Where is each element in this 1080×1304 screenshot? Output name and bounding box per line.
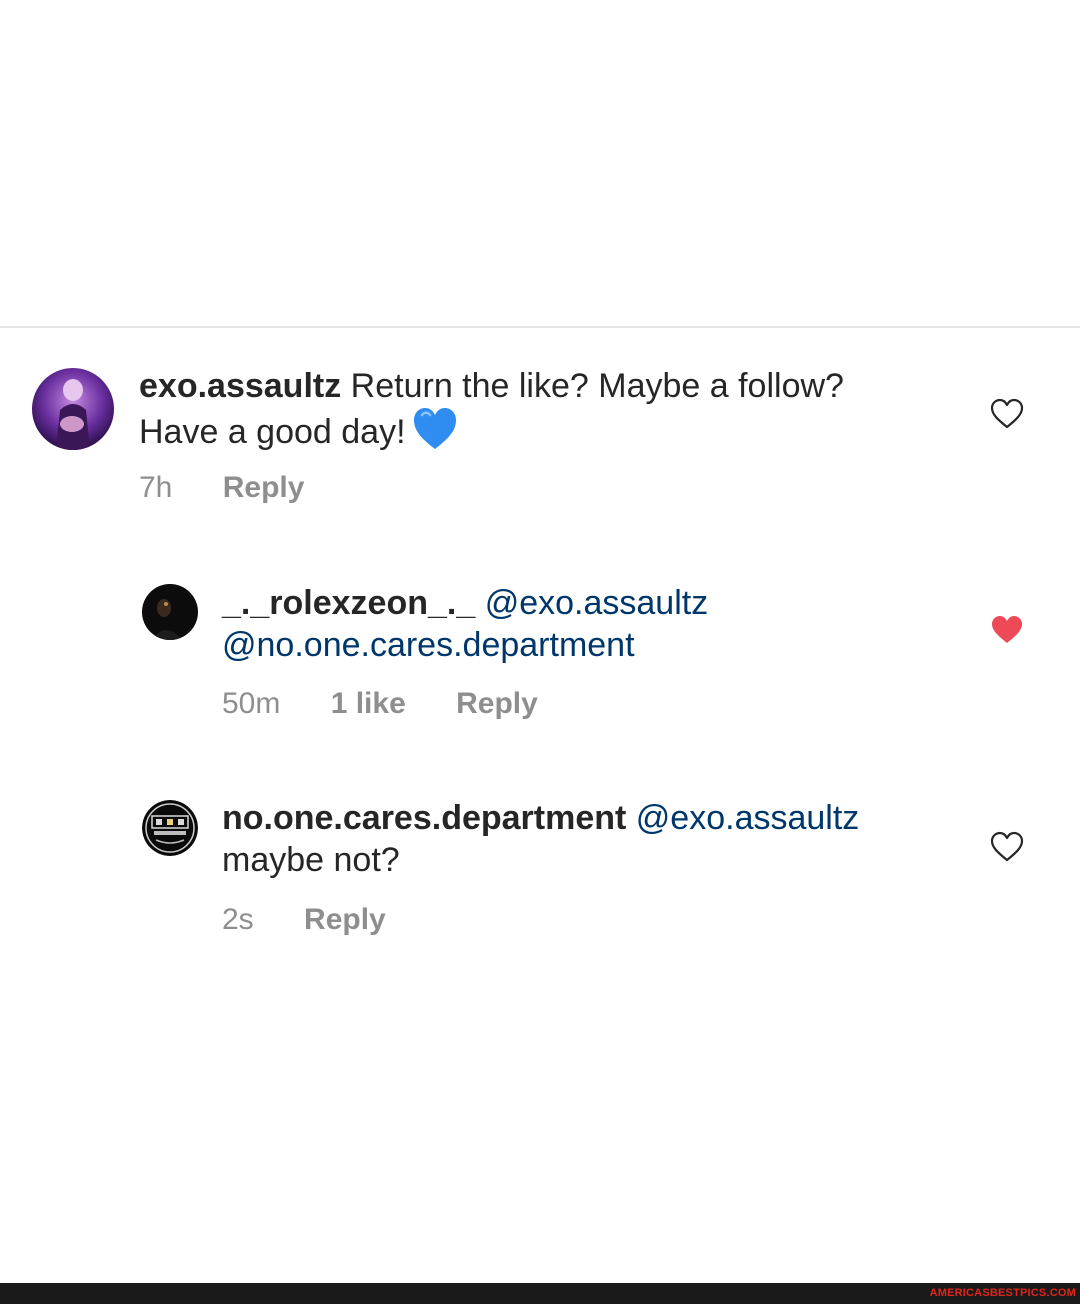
timestamp: 2s: [222, 903, 254, 936]
avatar[interactable]: [142, 800, 198, 856]
username[interactable]: exo.assaultz: [139, 367, 341, 405]
comment-meta: 2s Reply: [222, 902, 386, 938]
comment-meta: 50m 1 like Reply: [222, 686, 538, 722]
reply-button[interactable]: Reply: [223, 470, 305, 506]
liked-heart-icon[interactable]: [990, 614, 1024, 646]
username[interactable]: no.one.cares.department: [222, 799, 626, 837]
top-divider: [0, 326, 1080, 328]
comment-text: _._rolexzeon_._ @exo.assaultz @no.one.ca…: [222, 582, 962, 666]
comment-body: Have a good day!: [139, 413, 406, 451]
avatar[interactable]: [142, 584, 198, 640]
comment-meta: 7h Reply: [139, 470, 304, 506]
mention-link[interactable]: @exo.assaultz: [485, 584, 709, 622]
like-heart-icon[interactable]: [990, 831, 1024, 863]
blue-heart-icon: [412, 407, 458, 451]
mention-link[interactable]: @no.one.cares.department: [222, 626, 635, 664]
reply-button[interactable]: Reply: [304, 902, 386, 938]
likes-count-link[interactable]: 1 like: [331, 686, 406, 722]
watermark-bar: AMERICASBESTPICS.COM: [0, 1283, 1080, 1304]
comment-text: no.one.cares.department @exo.assaultz ma…: [222, 797, 962, 881]
like-heart-icon[interactable]: [990, 398, 1024, 430]
username[interactable]: _._rolexzeon_._: [222, 584, 475, 622]
timestamp: 7h: [139, 471, 173, 504]
mention-link[interactable]: @exo.assaultz: [636, 799, 860, 837]
watermark-text: AMERICASBESTPICS.COM: [929, 1287, 1076, 1299]
reply-button[interactable]: Reply: [456, 686, 538, 722]
comment-text: exo.assaultz Return the like? Maybe a fo…: [139, 365, 959, 453]
comment-body: Return the like? Maybe a follow?: [350, 367, 844, 405]
timestamp: 50m: [222, 687, 281, 720]
avatar[interactable]: [32, 368, 114, 450]
comment-body: maybe not?: [222, 841, 400, 879]
